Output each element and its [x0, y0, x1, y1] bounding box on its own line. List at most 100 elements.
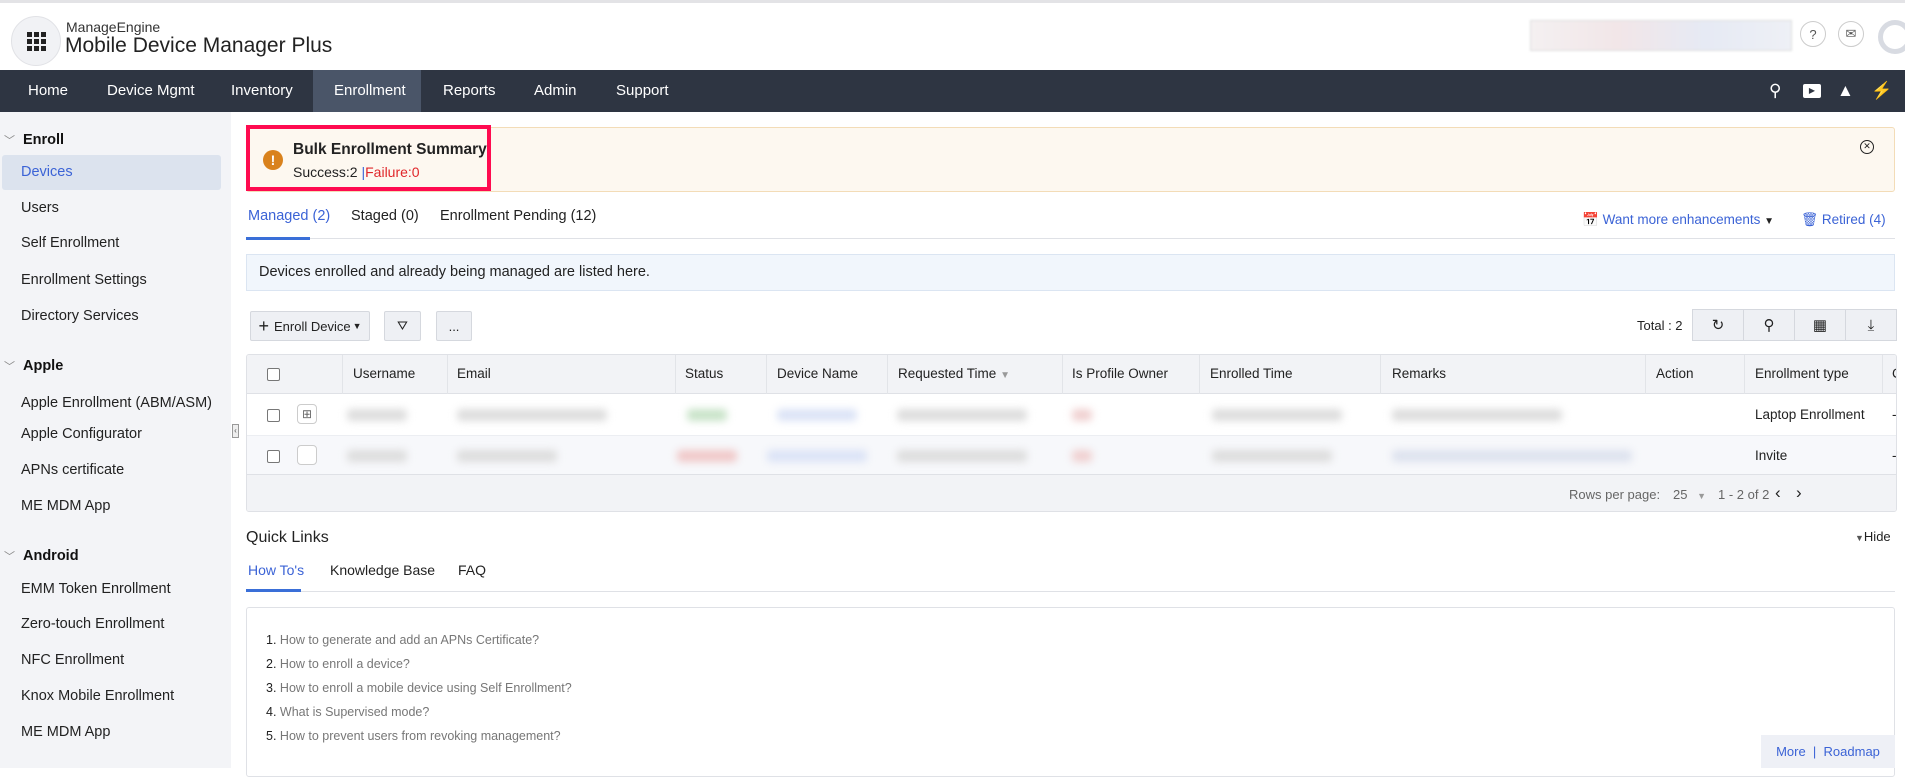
sidebar-item-apple-configurator[interactable]: Apple Configurator — [21, 426, 142, 442]
more-options-button[interactable]: ... — [436, 311, 472, 341]
truncated-cell: - — [1892, 407, 1897, 422]
main-nav: Home Device Mgmt Inventory Enrollment Re… — [0, 70, 1905, 112]
tab-knowledge-base[interactable]: Knowledge Base — [330, 562, 435, 578]
sidebar-item-me-mdm-app-android[interactable]: ME MDM App — [21, 724, 110, 740]
select-all-checkbox[interactable] — [267, 368, 280, 381]
sidebar-item-apple-enrollment[interactable]: Apple Enrollment (ABM/ASM) — [21, 395, 212, 411]
row-checkbox[interactable] — [267, 450, 280, 463]
search-icon[interactable]: ⚲ — [1744, 310, 1795, 340]
sidebar-item-knox[interactable]: Knox Mobile Enrollment — [21, 688, 174, 704]
sidebar-item-enrollment-settings[interactable]: Enrollment Settings — [21, 272, 147, 288]
tab-enrollment-pending[interactable]: Enrollment Pending (12) — [440, 208, 596, 224]
item-number: 4. — [266, 705, 277, 719]
tab-managed[interactable]: Managed (2) — [248, 208, 330, 224]
row-checkbox[interactable] — [267, 409, 280, 422]
col-action[interactable]: Action — [1656, 366, 1694, 381]
tab-how-tos[interactable]: How To's — [248, 562, 304, 578]
tab-staged[interactable]: Staged (0) — [351, 208, 419, 224]
search-icon[interactable]: ⚲ — [1769, 82, 1781, 100]
sidebar-group-apple[interactable]: ﹀ Apple — [4, 358, 63, 374]
col-email[interactable]: Email — [457, 366, 491, 381]
howto-link[interactable]: 2. How to enroll a device? — [266, 657, 410, 671]
sidebar-group-enroll[interactable]: ﹀ Enroll — [4, 132, 64, 148]
nav-home[interactable]: Home — [28, 70, 68, 112]
sidebar-item-emm-token[interactable]: EMM Token Enrollment — [21, 581, 171, 597]
howto-link[interactable]: 4. What is Supervised mode? — [266, 705, 429, 719]
filter-button[interactable]: ⛛ — [384, 311, 421, 341]
quick-links-title: Quick Links — [246, 529, 329, 546]
roadmap-link[interactable]: Roadmap — [1824, 744, 1880, 759]
link-label: Want more enhancements — [1602, 212, 1761, 227]
want-more-enhancements-link[interactable]: 📅 Want more enhancements ▼ — [1582, 212, 1774, 228]
prev-page-icon[interactable]: ‹ — [1775, 483, 1781, 503]
rows-per-page-label: Rows per page: — [1569, 487, 1661, 502]
sidebar-item-devices[interactable]: Devices — [21, 164, 73, 180]
flash-icon[interactable]: ⚡ — [1871, 82, 1892, 100]
col-remarks[interactable]: Remarks — [1392, 366, 1446, 381]
link-text: How to enroll a device? — [279, 657, 410, 671]
nav-enrollment[interactable]: Enrollment — [334, 70, 406, 112]
app-launcher-button[interactable] — [11, 16, 61, 66]
table-row[interactable]: ⊞ Laptop Enrollment - — [247, 395, 1896, 435]
sidebar-item-me-mdm-app-apple[interactable]: ME MDM App — [21, 498, 110, 514]
active-tab-indicator — [246, 237, 310, 240]
col-enrolled-time[interactable]: Enrolled Time — [1210, 366, 1293, 381]
columns-icon[interactable]: ▦ — [1795, 310, 1846, 340]
next-page-icon[interactable]: › — [1796, 483, 1802, 503]
sidebar-collapse-handle[interactable]: ‹ — [232, 424, 239, 438]
rocket-icon[interactable]: ▲ — [1837, 82, 1854, 100]
sidebar-item-nfc[interactable]: NFC Enrollment — [21, 652, 124, 668]
more-link[interactable]: More — [1776, 744, 1806, 759]
howto-link[interactable]: 3. How to enroll a mobile device using S… — [266, 681, 572, 695]
download-icon[interactable]: ⤓ — [1846, 310, 1896, 340]
col-device-name[interactable]: Device Name — [777, 366, 858, 381]
enroll-device-button[interactable]: + Enroll Device ▼ — [250, 311, 370, 341]
tab-faq[interactable]: FAQ — [458, 562, 486, 578]
warning-icon: ! — [263, 150, 283, 170]
close-icon[interactable]: ✕ — [1860, 140, 1874, 154]
retired-link[interactable]: 🗑 Retired (4) — [1801, 212, 1886, 228]
item-number: 2. — [266, 657, 277, 671]
nav-support[interactable]: Support — [616, 70, 669, 112]
sidebar-item-zero-touch[interactable]: Zero-touch Enrollment — [21, 616, 164, 632]
top-border — [0, 0, 1905, 3]
video-icon[interactable]: ▶ — [1803, 84, 1821, 98]
nav-inventory[interactable]: Inventory — [231, 70, 293, 112]
user-avatar[interactable] — [1878, 20, 1905, 54]
howto-link[interactable]: 1. How to generate and add an APNs Certi… — [266, 633, 539, 647]
nav-reports[interactable]: Reports — [443, 70, 496, 112]
hide-quick-links[interactable]: ▼Hide — [1855, 529, 1891, 544]
table-header: Username Email Status Device Name Reques… — [247, 355, 1896, 394]
rows-per-page-select[interactable]: 25 ▼ — [1673, 487, 1706, 502]
sidebar-item-directory-services[interactable]: Directory Services — [21, 308, 139, 324]
banner-summary: Success:2 |Failure:0 — [293, 164, 420, 180]
trash-icon: 🗑 — [1801, 212, 1819, 227]
refresh-icon[interactable]: ↻ — [1693, 310, 1744, 340]
enrollment-type: Laptop Enrollment — [1755, 407, 1865, 422]
success-count: Success:2 — [293, 164, 358, 180]
sidebar-group-android[interactable]: ﹀ Android — [4, 548, 79, 564]
col-requested-time[interactable]: Requested Time ▼ — [898, 366, 1010, 381]
col-is-profile-owner[interactable]: Is Profile Owner — [1072, 366, 1168, 381]
mail-icon[interactable]: ✉ — [1838, 21, 1864, 47]
table-row[interactable]: Invite - — [247, 435, 1896, 475]
nav-device-mgmt[interactable]: Device Mgmt — [107, 70, 195, 112]
col-truncated[interactable]: C — [1892, 366, 1896, 381]
col-enrollment-type[interactable]: Enrollment type — [1755, 366, 1849, 381]
sidebar-item-users[interactable]: Users — [21, 200, 59, 216]
sidebar-item-apns-certificate[interactable]: APNs certificate — [21, 462, 124, 478]
enrollment-type: Invite — [1755, 448, 1788, 463]
caret-down-icon: ▼ — [1764, 216, 1775, 227]
nav-admin[interactable]: Admin — [534, 70, 577, 112]
col-status[interactable]: Status — [685, 366, 723, 381]
chevron-down-icon: ﹀ — [4, 361, 15, 373]
caret-down-icon: ▼ — [352, 321, 362, 331]
hide-label: Hide — [1863, 529, 1891, 544]
banner-title: Bulk Enrollment Summary — [293, 141, 487, 158]
sidebar-item-self-enrollment[interactable]: Self Enrollment — [21, 235, 119, 251]
help-icon[interactable]: ? — [1800, 21, 1826, 47]
col-username[interactable]: Username — [353, 366, 415, 381]
caret-down-icon: ▼ — [1697, 491, 1707, 501]
howto-link[interactable]: 5. How to prevent users from revoking ma… — [266, 729, 561, 743]
product-name: Mobile Device Manager — [65, 34, 286, 57]
